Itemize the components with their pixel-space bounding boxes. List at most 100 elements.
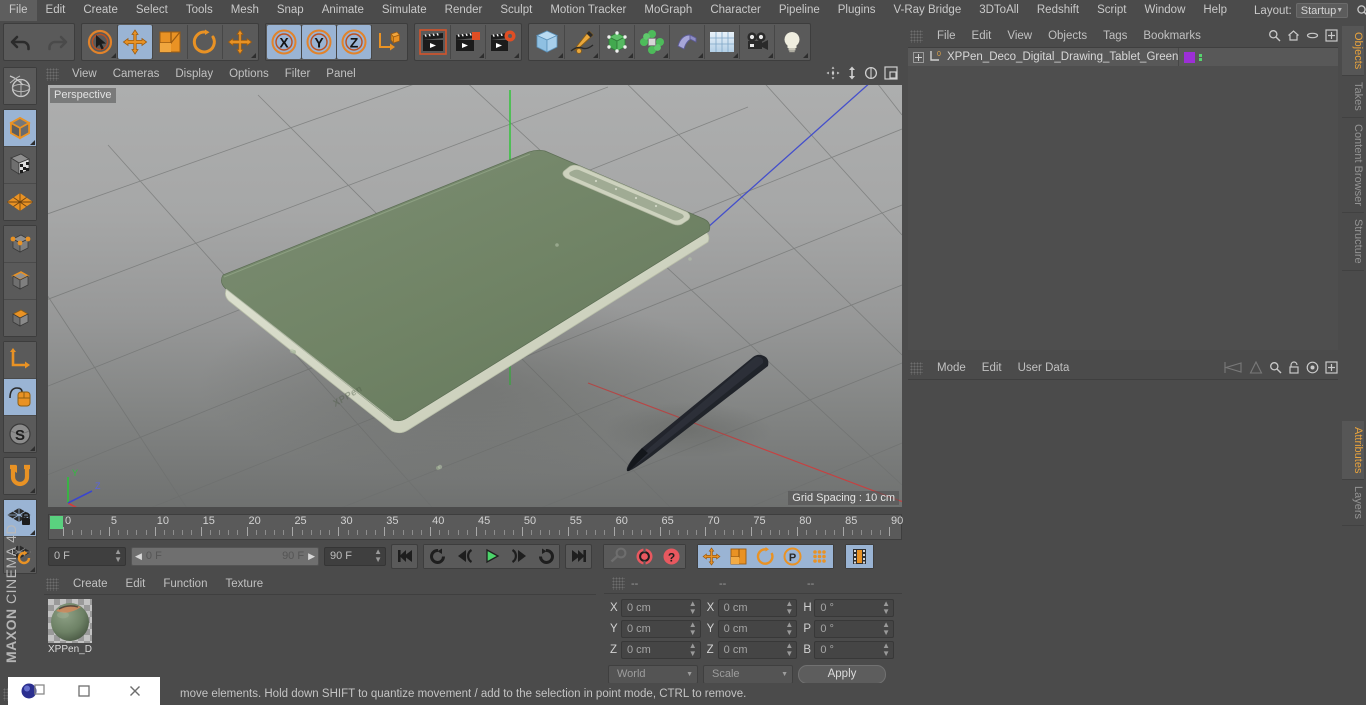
autokey-toggle-button[interactable]	[604, 544, 631, 568]
viewport-solo-mode-button[interactable]: S	[4, 416, 36, 452]
material-menu-function[interactable]: Function	[154, 574, 216, 594]
live-selection-tool-button[interactable]	[83, 25, 117, 59]
att-menu-user-data[interactable]: User Data	[1010, 358, 1078, 379]
undo-button[interactable]	[5, 25, 39, 59]
search-icon[interactable]	[1356, 4, 1366, 18]
edges-mode-button[interactable]	[4, 263, 36, 299]
enable-snapping-button[interactable]	[4, 458, 36, 494]
timeline-ruler[interactable]: 0 5 10 15 20 25 30 35 40 45 50 55 60 65 70 75 80 85 90	[48, 514, 903, 540]
stepper-icon[interactable]: ▲ ▼	[882, 600, 890, 616]
menu-item-motion-tracker[interactable]: Motion Tracker	[541, 0, 635, 21]
panel-grip-icon[interactable]	[46, 67, 59, 81]
current-frame-field[interactable]: 0 F ▲ ▼	[48, 546, 126, 566]
obj-menu-view[interactable]: View	[999, 26, 1040, 47]
search-icon[interactable]	[1269, 361, 1282, 374]
coord-field-size-y[interactable]: 0 cm ▲ ▼	[717, 620, 798, 638]
obj-menu-objects[interactable]: Objects	[1040, 26, 1095, 47]
texture-mode-button[interactable]	[4, 147, 36, 183]
restore-icon[interactable]	[59, 684, 110, 698]
menu-item-character[interactable]: Character	[701, 0, 770, 21]
stepper-icon[interactable]: ▲ ▼	[785, 600, 793, 616]
vtab-objects[interactable]: Objects	[1342, 26, 1364, 77]
render-settings-button[interactable]	[486, 25, 520, 59]
expand-toggle-icon[interactable]	[913, 51, 924, 63]
subdivision-surface-button[interactable]	[600, 25, 634, 59]
viewport-3d[interactable]: Perspective Grid Spacing : 10 cm XPPen Y…	[48, 85, 902, 507]
menu-item-snap[interactable]: Snap	[268, 0, 313, 21]
menu-item-pipeline[interactable]: Pipeline	[770, 0, 829, 21]
attribute-body[interactable]	[908, 379, 1338, 701]
home-icon[interactable]	[1287, 29, 1300, 42]
stepper-icon[interactable]: ▲ ▼	[114, 548, 122, 564]
menu-item-create[interactable]: Create	[74, 0, 127, 21]
range-right-arrow-icon[interactable]: ▶	[308, 551, 315, 562]
go-to-end-button[interactable]	[565, 543, 592, 569]
move-tool-button[interactable]	[118, 25, 152, 59]
back-nav-icon[interactable]	[1217, 361, 1243, 374]
rotate-view-icon[interactable]	[864, 66, 878, 80]
dolly-icon[interactable]	[846, 66, 858, 80]
points-mode-button[interactable]	[4, 226, 36, 262]
panel-grip-icon[interactable]	[46, 577, 59, 591]
expand-icon[interactable]	[1325, 29, 1338, 42]
att-menu-edit[interactable]: Edit	[974, 358, 1010, 379]
close-icon[interactable]	[109, 684, 160, 698]
keyframe-help-button[interactable]: ?	[658, 544, 685, 568]
c4d-app-icon[interactable]	[8, 682, 59, 700]
object-axis-mode-button[interactable]	[4, 342, 36, 378]
viewport-menu-view[interactable]: View	[64, 63, 105, 85]
stepper-icon[interactable]: ▲ ▼	[882, 642, 890, 658]
vtab-content-browser[interactable]: Content Browser	[1342, 118, 1364, 213]
mograph-cloner-button[interactable]	[635, 25, 669, 59]
vtab-layers[interactable]: Layers	[1342, 480, 1364, 527]
step-back-button[interactable]	[451, 544, 478, 568]
play-button[interactable]	[478, 544, 505, 568]
stepper-icon[interactable]: ▲ ▼	[785, 621, 793, 637]
go-to-start-button[interactable]	[391, 543, 418, 569]
maximize-viewport-icon[interactable]	[884, 66, 898, 80]
search-icon[interactable]	[1268, 29, 1281, 42]
pan-icon[interactable]	[826, 66, 840, 80]
forward-nav-icon[interactable]	[1249, 361, 1263, 374]
coord-field-rot-p[interactable]: 0 ° ▲ ▼	[814, 620, 895, 638]
object-row[interactable]: 0 XPPen_Deco_Digital_Drawing_Tablet_Gree…	[908, 48, 1338, 66]
loop-toggle-button[interactable]	[532, 544, 559, 568]
key-scale-button[interactable]	[725, 544, 752, 568]
material-item[interactable]: XPPen_D	[48, 599, 92, 655]
step-forward-button[interactable]	[505, 544, 532, 568]
menu-item-select[interactable]: Select	[127, 0, 177, 21]
panel-grip-icon[interactable]	[910, 30, 923, 43]
menu-item-mesh[interactable]: Mesh	[222, 0, 268, 21]
key-dopesheet-button[interactable]	[846, 544, 873, 568]
axis-y-button[interactable]: Y	[302, 25, 336, 59]
current-time-marker[interactable]	[50, 516, 63, 529]
target-icon[interactable]	[1306, 361, 1319, 374]
move-tool-secondary-button[interactable]	[223, 25, 257, 59]
rotate-tool-button[interactable]	[188, 25, 222, 59]
apply-button[interactable]: Apply	[798, 664, 886, 684]
coord-space-dropdown[interactable]: World ▼	[608, 664, 698, 684]
stepper-icon[interactable]: ▲ ▼	[785, 642, 793, 658]
key-position-button[interactable]	[698, 544, 725, 568]
enable-axis-mode-button[interactable]	[4, 379, 36, 415]
material-thumbnail[interactable]	[48, 599, 92, 643]
menu-item-animate[interactable]: Animate	[313, 0, 373, 21]
menu-item-render[interactable]: Render	[436, 0, 492, 21]
camera-object-button[interactable]	[740, 25, 774, 59]
key-rotation-button[interactable]	[752, 544, 779, 568]
axis-z-button[interactable]: Z	[337, 25, 371, 59]
floor-environment-button[interactable]	[705, 25, 739, 59]
coord-field-pos-y[interactable]: 0 cm ▲ ▼	[621, 620, 701, 638]
menu-item-v-ray-bridge[interactable]: V-Ray Bridge	[884, 0, 970, 21]
viewport-menu-options[interactable]: Options	[221, 63, 277, 85]
spline-pen-button[interactable]	[565, 25, 599, 59]
key-parameter-button[interactable]: P	[779, 544, 806, 568]
viewport-menu-cameras[interactable]: Cameras	[105, 63, 168, 85]
play-backwards-loop-button[interactable]	[424, 544, 451, 568]
primitive-cube-button[interactable]	[530, 25, 564, 59]
stepper-icon[interactable]: ▲ ▼	[374, 548, 382, 564]
coord-field-pos-x[interactable]: 0 cm ▲ ▼	[621, 599, 701, 617]
panel-grip-icon[interactable]	[612, 577, 625, 590]
menu-item-plugins[interactable]: Plugins	[829, 0, 885, 21]
layout-select[interactable]: Startup ▼	[1295, 3, 1349, 18]
